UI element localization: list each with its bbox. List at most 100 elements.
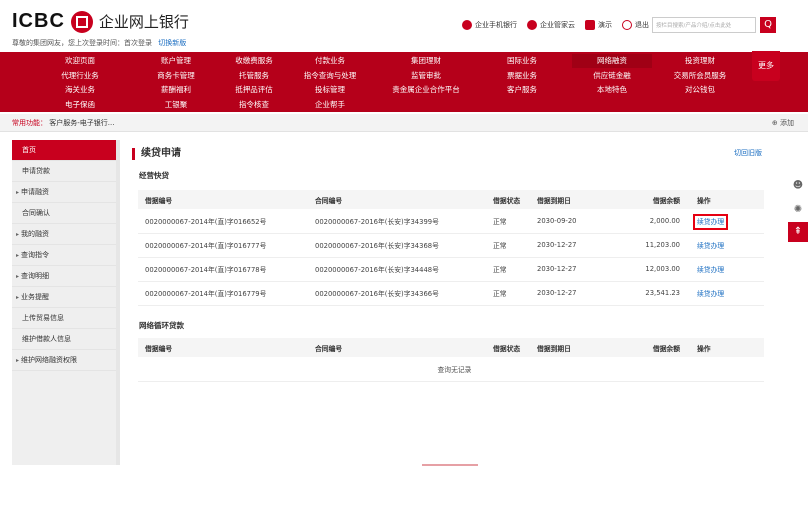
nav-item[interactable]: 交易所会员服务	[660, 69, 740, 83]
nav-item[interactable]: 监管审批	[386, 69, 466, 83]
nav-item[interactable]: 国际业务	[482, 54, 562, 68]
sidebar: 首页申请贷款申请融资合同确认我的融资查询指令查询明细业务提醒上传贸易信息维护借款…	[12, 140, 120, 465]
empty-row: 查询无记录	[138, 357, 764, 382]
sidebar-item[interactable]: 申请融资	[12, 182, 119, 203]
sidebar-item[interactable]: 首页	[12, 140, 119, 161]
renew-loan-link[interactable]: 续贷办理	[697, 266, 724, 274]
column-header: 借据余额	[630, 190, 690, 209]
nav-item[interactable]: 贵金属企业合作平台	[386, 83, 466, 97]
table-cell: 正常	[486, 257, 530, 282]
nav-item[interactable]: 供应链金融	[572, 69, 652, 83]
nav-item[interactable]: 指令查询与处理	[290, 69, 370, 83]
nav-item[interactable]: 海关业务	[40, 83, 120, 97]
sidebar-item[interactable]: 维护借款人信息	[12, 329, 119, 350]
nav-item[interactable]: 收缴费服务	[214, 54, 294, 68]
quick-label: 常用功能：	[12, 119, 47, 127]
nav-item[interactable]: 托管服务	[214, 69, 294, 83]
add-quick-button[interactable]: ⊕ 添加	[772, 114, 794, 132]
back-to-top-icon[interactable]: ⇞	[788, 222, 808, 242]
tool-mobile-bank[interactable]: 企业手机银行	[462, 20, 517, 30]
sidebar-item[interactable]: 业务提醒	[12, 287, 119, 308]
column-header: 借据编号	[138, 190, 308, 209]
renew-loan-link[interactable]: 续贷办理	[697, 242, 724, 250]
table-cell: 2030-12-27	[530, 233, 630, 258]
tool-label: 退出	[635, 21, 649, 29]
quick-item[interactable]: 客户服务-电子银行...	[49, 119, 114, 127]
icbc-emblem-icon	[70, 10, 93, 33]
switch-version-link[interactable]: 切换新版	[158, 39, 186, 47]
old-version-link[interactable]: 切回旧版	[734, 148, 762, 158]
logo-cn: 企业网上银行	[98, 13, 189, 31]
table-cell: 续贷办理	[690, 209, 764, 234]
tips-icon[interactable]: ✺	[788, 200, 808, 220]
nav-item[interactable]: 欢迎页面	[40, 54, 120, 68]
nav-item[interactable]: 本地特色	[572, 83, 652, 97]
nav-item[interactable]: 网络融资	[572, 54, 652, 68]
search-input[interactable]: 按栏目搜索/产品介绍/点击此处	[652, 17, 756, 33]
table-cell: 0020000067-2014年(直)字016779号	[138, 281, 308, 306]
tool-cloud[interactable]: 企业管家云	[527, 20, 575, 30]
nav-item[interactable]: 薪酬福利	[136, 83, 216, 97]
table-cell: 0020000067-2014年(直)字016778号	[138, 257, 308, 282]
table-cell: 正常	[486, 233, 530, 258]
sidebar-item[interactable]: 维护网络融资权限	[12, 350, 119, 371]
table-cell: 0020000067-2016年(长安)字34448号	[308, 257, 486, 282]
header-tools: 企业手机银行 企业管家云 演示 退出	[452, 20, 649, 30]
sidebar-item[interactable]: 我的融资	[12, 224, 119, 245]
sidebar-scrollbar[interactable]	[116, 140, 120, 465]
nav-item[interactable]: 企业帮手	[290, 98, 370, 112]
page-title: 续贷申请	[132, 148, 181, 160]
nav-item[interactable]: 投资理财	[660, 54, 740, 68]
sidebar-item[interactable]: 合同确认	[12, 203, 119, 224]
robot-icon[interactable]: ☻	[788, 176, 808, 196]
demo-icon	[585, 20, 595, 30]
quick-functions-bar: 常用功能： 客户服务-电子银行... ⊕ 添加	[0, 114, 808, 132]
nav-item[interactable]: 票据业务	[482, 69, 562, 83]
nav-item[interactable]: 指令核查	[214, 98, 294, 112]
sidebar-item[interactable]: 查询明细	[12, 266, 119, 287]
nav-item[interactable]: 电子保函	[40, 98, 120, 112]
table-cell: 续贷办理	[690, 233, 764, 258]
nav-item[interactable]: 对公钱包	[660, 83, 740, 97]
renew-loan-link[interactable]: 续贷办理	[697, 290, 724, 298]
nav-item[interactable]: 客户服务	[482, 83, 562, 97]
nav-item[interactable]: 付款业务	[290, 54, 370, 68]
welcome-message: 尊敬的集团网友，您上次登录时间：首次登录	[12, 39, 152, 47]
table-cell: 2030-09-20	[530, 209, 630, 234]
tool-label: 企业手机银行	[475, 21, 517, 29]
column-header: 借据余额	[630, 338, 690, 357]
nav-item[interactable]: 集团理财	[386, 54, 466, 68]
power-icon	[622, 20, 632, 30]
nav-item[interactable]: 代理行业务	[40, 69, 120, 83]
table-cell: 续贷办理	[690, 257, 764, 282]
bottom-divider	[422, 464, 478, 466]
search-button[interactable]: Q	[760, 17, 776, 33]
revolving-loan-table: 借据编号 合同编号 借据状态 借据到期日 借据余额 操作 查询无记录	[138, 338, 764, 382]
column-header: 借据到期日	[530, 190, 630, 209]
tool-demo[interactable]: 演示	[585, 20, 612, 30]
sidebar-item[interactable]: 上传贸易信息	[12, 308, 119, 329]
bank-logo[interactable]: ICBC 企业网上银行	[12, 10, 189, 33]
nav-item[interactable]: 账户管理	[136, 54, 216, 68]
column-header: 借据编号	[138, 338, 308, 357]
table-cell: 2030-12-27	[530, 257, 630, 282]
nav-item[interactable]: 抵押品评估	[214, 83, 294, 97]
main-nav: 欢迎页面 账户管理 收缴费服务 付款业务 集团理财 国际业务 网络融资 投资理财代理行业务 商务…	[0, 52, 808, 112]
renew-loan-link[interactable]: 续贷办理	[692, 213, 729, 230]
table-cell: 12,003.00	[630, 257, 690, 282]
table-row: 0020000067-2014年(直)字016779号 0020000067-20…	[138, 281, 764, 306]
tool-logout[interactable]: 退出	[622, 20, 649, 30]
more-button[interactable]: 更多	[752, 51, 780, 81]
table-cell: 0020000067-2014年(直)字016652号	[138, 209, 308, 234]
table-cell: 2030-12-27	[530, 281, 630, 306]
nav-item[interactable]: 工银聚	[136, 98, 216, 112]
table-cell: 0020000067-2016年(长安)字34399号	[308, 209, 486, 234]
table-cell: 2,000.00	[630, 209, 690, 234]
top-bar: ICBC 企业网上银行 尊敬的集团网友，您上次登录时间：首次登录 切换新版 企业…	[0, 0, 808, 50]
sidebar-item[interactable]: 申请贷款	[12, 161, 119, 182]
column-header: 合同编号	[308, 190, 486, 209]
nav-item[interactable]: 投标管理	[290, 83, 370, 97]
sidebar-item[interactable]: 查询指令	[12, 245, 119, 266]
nav-item[interactable]: 商务卡管理	[136, 69, 216, 83]
cloud-icon	[527, 20, 537, 30]
